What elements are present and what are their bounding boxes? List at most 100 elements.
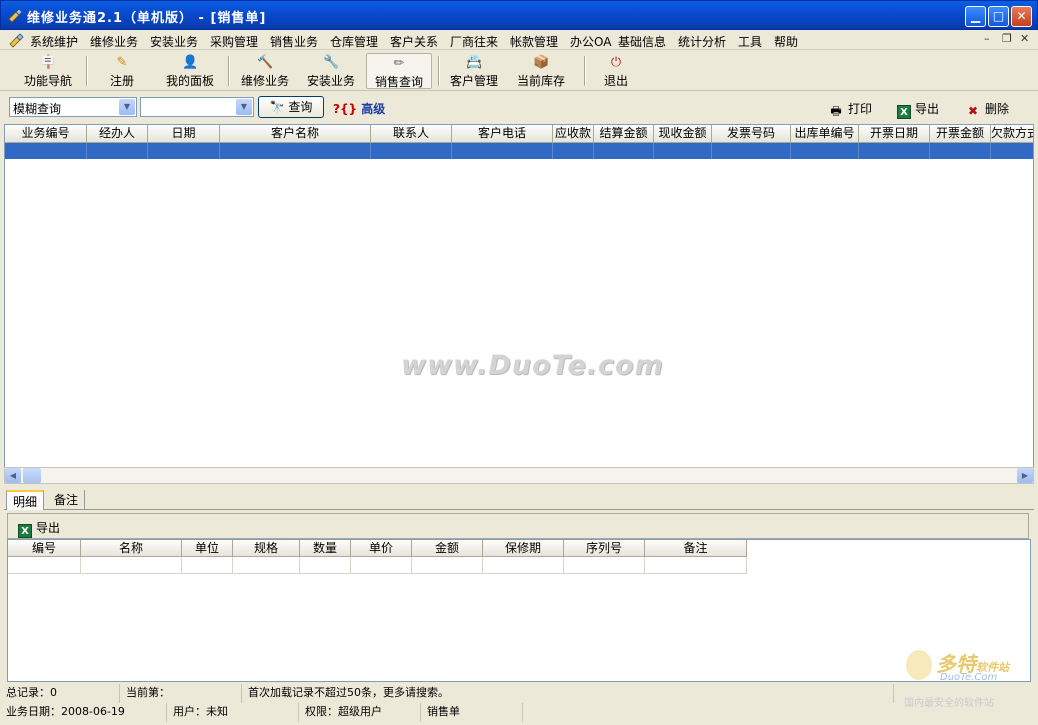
detail-column-header[interactable]: 数量 <box>300 540 351 557</box>
detail-cell[interactable] <box>233 557 300 574</box>
mdi-restore-icon[interactable]: ❐ <box>1002 32 1012 45</box>
close-button[interactable]: ✕ <box>1011 6 1032 27</box>
minimize-button[interactable]: ▁ <box>965 6 986 27</box>
menu-purchase[interactable]: 采购管理 <box>210 33 258 50</box>
status-total: 总记录：0 <box>2 684 120 703</box>
chevron-down-icon[interactable]: ▼ <box>119 99 135 115</box>
detail-cell[interactable] <box>8 557 81 574</box>
search-mode-select[interactable]: 模糊查询 ▼ <box>9 97 137 117</box>
detail-column-header[interactable]: 规格 <box>233 540 300 557</box>
mdi-close-icon[interactable]: ✕ <box>1020 32 1029 45</box>
column-header[interactable]: 日期 <box>148 125 220 143</box>
menu-vendor[interactable]: 厂商往来 <box>450 33 498 50</box>
column-header[interactable]: 客户名称 <box>220 125 371 143</box>
register-button[interactable]: ✎ 注册 <box>96 53 148 89</box>
customer-button[interactable]: 📇 客户管理 <box>444 53 504 89</box>
detail-grid[interactable]: 编号 名称 单位 规格 数量 单价 金额 保修期 序列号 备注 <box>7 539 1031 682</box>
detail-column-header[interactable]: 名称 <box>81 540 182 557</box>
detail-cell[interactable] <box>412 557 483 574</box>
detail-cell[interactable] <box>351 557 412 574</box>
exit-label: 退出 <box>603 74 628 88</box>
advanced-search-link[interactable]: ?{} 高级 <box>333 100 385 117</box>
menu-sales[interactable]: 销售业务 <box>270 33 318 50</box>
column-header[interactable]: 发票号码 <box>712 125 791 143</box>
detail-column-header[interactable]: 序列号 <box>564 540 645 557</box>
scroll-right-icon[interactable]: ▶ <box>1017 468 1033 483</box>
column-header[interactable]: 应收款 <box>553 125 594 143</box>
exit-button[interactable]: ⏻ 退出 <box>596 53 636 89</box>
search-mode-value: 模糊查询 <box>13 102 62 116</box>
repair-button[interactable]: 🔨 维修业务 <box>236 53 294 89</box>
sales-grid[interactable]: 业务编号 经办人 日期 客户名称 联系人 客户电话 应收款 结算金额 现收金额 … <box>4 124 1034 482</box>
menu-accounts[interactable]: 帐款管理 <box>510 33 558 50</box>
tab-detail[interactable]: 明细 <box>6 490 45 510</box>
export-button[interactable]: X 导出 <box>897 100 939 119</box>
detail-column-header[interactable]: 单价 <box>351 540 412 557</box>
column-header[interactable]: 开票日期 <box>859 125 930 143</box>
selected-row[interactable] <box>5 143 1033 159</box>
detail-column-header[interactable]: 单位 <box>182 540 233 557</box>
minimize-icon: ▁ <box>970 9 981 23</box>
chevron-down-icon[interactable]: ▼ <box>236 99 252 115</box>
column-header[interactable]: 客户电话 <box>452 125 553 143</box>
menu-tools[interactable]: 工具 <box>738 33 762 50</box>
toolbar-separator <box>584 56 586 86</box>
export-label: 导出 <box>915 102 940 116</box>
menu-help[interactable]: 帮助 <box>774 33 798 50</box>
column-header[interactable]: 开票金额 <box>930 125 991 143</box>
column-header[interactable]: 联系人 <box>371 125 452 143</box>
query-button[interactable]: 🔭 查询 <box>258 96 324 118</box>
scroll-thumb[interactable] <box>23 468 41 483</box>
cell-divider <box>147 143 148 159</box>
menu-customer[interactable]: 客户关系 <box>390 33 438 50</box>
status-form: 销售单 <box>423 703 523 722</box>
tab-notes[interactable]: 备注 <box>48 490 86 510</box>
menu-system[interactable]: 系统维护 <box>30 33 78 50</box>
detail-cell[interactable] <box>483 557 564 574</box>
horizontal-scrollbar[interactable]: ◀ ▶ <box>4 467 1034 484</box>
maximize-button[interactable]: □ <box>988 6 1009 27</box>
install-button[interactable]: 🔧 安装业务 <box>302 53 360 89</box>
column-header[interactable]: 业务编号 <box>5 125 87 143</box>
detail-cell[interactable] <box>182 557 233 574</box>
customer-icon: 📇 <box>466 55 483 70</box>
cell-divider <box>451 143 452 159</box>
stock-icon: 📦 <box>533 55 550 70</box>
scroll-left-icon[interactable]: ◀ <box>5 468 21 483</box>
detail-export-button[interactable]: X 导出 <box>18 519 60 538</box>
menu-repair[interactable]: 维修业务 <box>90 33 138 50</box>
detail-column-header[interactable]: 备注 <box>645 540 747 557</box>
detail-cell[interactable] <box>81 557 182 574</box>
menu-warehouse[interactable]: 仓库管理 <box>330 33 378 50</box>
detail-cell[interactable] <box>300 557 351 574</box>
print-button[interactable]: 🖶 打印 <box>828 100 872 118</box>
detail-cell[interactable] <box>645 557 747 574</box>
stock-button[interactable]: 📦 当前库存 <box>510 53 572 89</box>
detail-column-header[interactable]: 金额 <box>412 540 483 557</box>
column-header[interactable]: 经办人 <box>87 125 148 143</box>
cell-divider <box>370 143 371 159</box>
detail-column-header[interactable]: 保修期 <box>483 540 564 557</box>
detail-cell[interactable] <box>564 557 645 574</box>
excel-icon: X <box>18 524 32 538</box>
nav-button[interactable]: 🪧 功能导航 <box>16 53 80 89</box>
column-header[interactable]: 欠款方式 <box>991 125 1033 143</box>
menu-statistics[interactable]: 统计分析 <box>678 33 726 50</box>
detail-column-header[interactable]: 编号 <box>8 540 81 557</box>
pen-icon: ✎ <box>116 55 128 70</box>
sales-query-button[interactable]: ✏ 销售查询 <box>366 53 432 89</box>
mdi-minimize-icon[interactable]: – <box>984 32 990 45</box>
column-header[interactable]: 出库单编号 <box>791 125 859 143</box>
keyword-select[interactable]: ▼ <box>140 97 254 117</box>
my-panel-label: 我的面板 <box>165 74 214 88</box>
detail-toolbar: X 导出 <box>7 513 1029 539</box>
my-panel-button[interactable]: 👤 我的面板 <box>158 53 222 89</box>
menu-office[interactable]: 办公OA <box>570 33 611 50</box>
column-header[interactable]: 结算金额 <box>594 125 654 143</box>
column-header[interactable]: 现收金额 <box>654 125 712 143</box>
menu-install[interactable]: 安装业务 <box>150 33 198 50</box>
menu-basic-info[interactable]: 基础信息 <box>618 33 666 50</box>
app-menu-icon[interactable] <box>8 32 24 48</box>
hammer-icon: 🔨 <box>257 55 274 70</box>
delete-button[interactable]: ✖ 删除 <box>965 100 1009 118</box>
